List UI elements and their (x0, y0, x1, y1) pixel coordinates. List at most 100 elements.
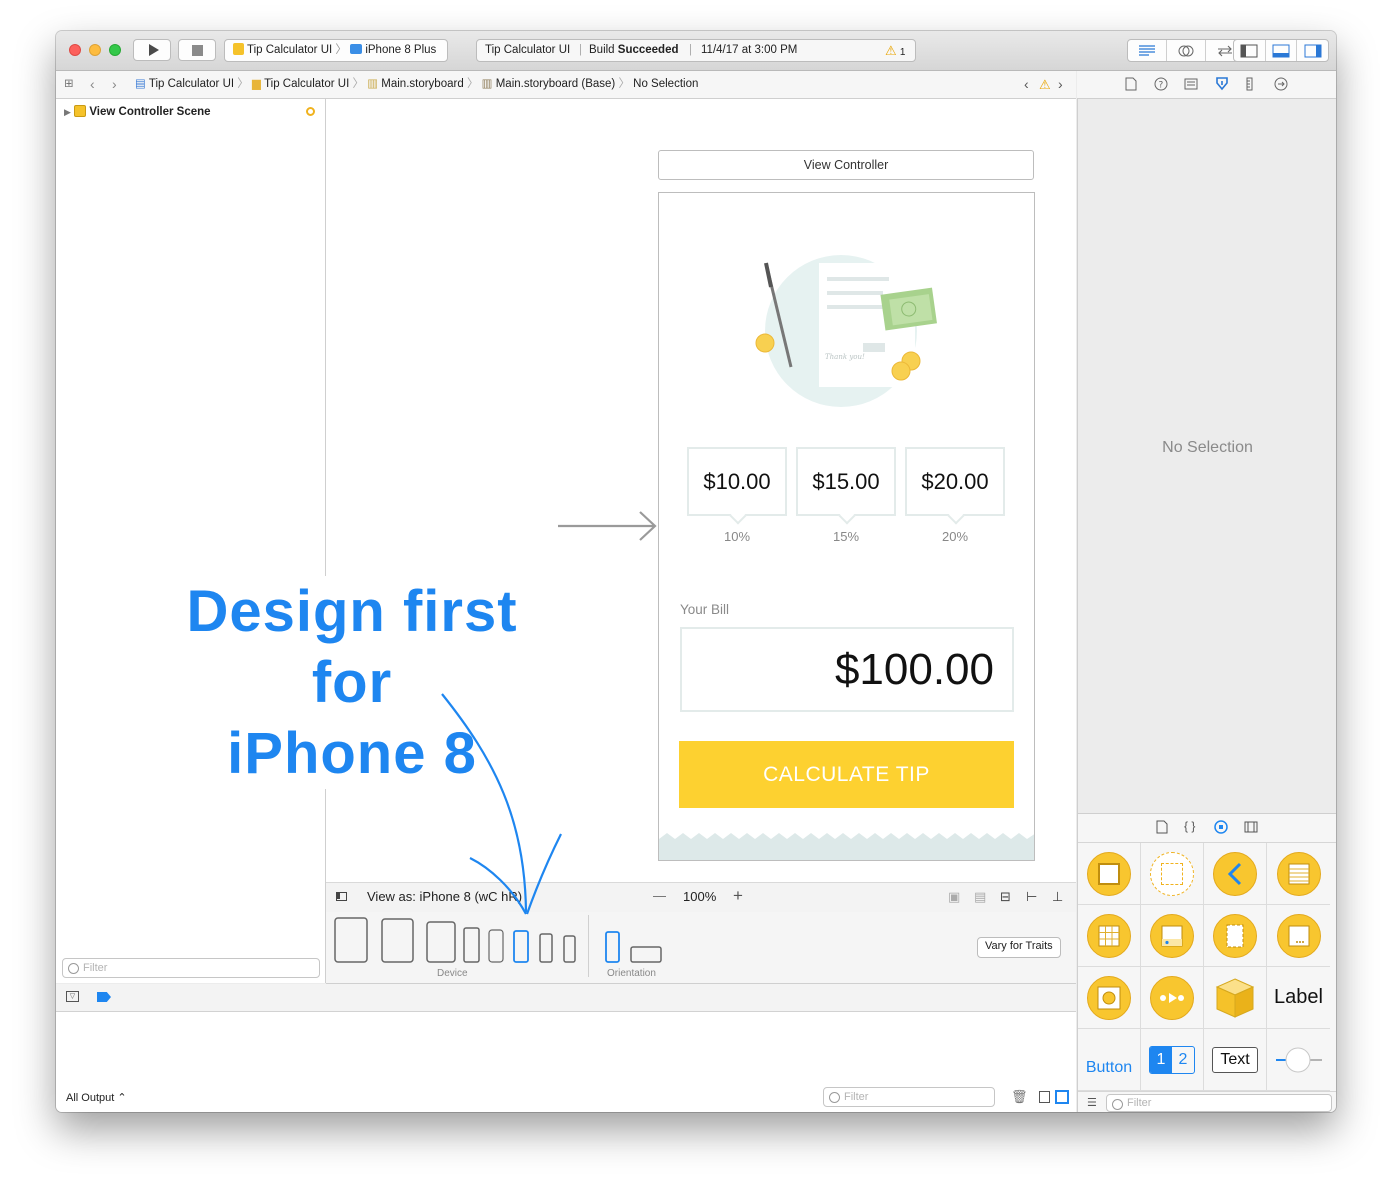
size-inspector-icon[interactable] (1245, 77, 1255, 96)
breadcrumb-file[interactable]: Main.storyboard (381, 78, 463, 90)
console-view-toggle-icon[interactable] (1055, 1090, 1069, 1104)
resolve-icon[interactable]: ⊥ (1052, 889, 1063, 905)
warning-badge[interactable]: ⚠ 1 (885, 40, 905, 63)
code-snippet-icon[interactable]: { } (1184, 819, 1195, 833)
library-item-page-view-controller[interactable] (1204, 905, 1267, 967)
media-library-icon[interactable] (1244, 820, 1258, 838)
device-label: Device (437, 968, 468, 979)
file-inspector-icon[interactable] (1125, 77, 1137, 96)
toolbar: Tip Calculator UI 〉 iPhone 8 Plus Tip Ca… (56, 31, 1336, 71)
view-controller-icon (1087, 851, 1131, 896)
zoom-level[interactable]: 100% (683, 889, 716, 904)
library-item-segmented-control[interactable]: 1 2 (1141, 1029, 1204, 1091)
forward-icon[interactable]: › (112, 71, 117, 98)
tip-amount: $20.00 (921, 469, 989, 494)
breadcrumb-group[interactable]: Tip Calculator UI (264, 78, 349, 90)
outline-filter-input[interactable]: Filter (62, 958, 320, 978)
identity-inspector-icon[interactable] (1184, 77, 1198, 96)
console-filter-input[interactable]: Filter (823, 1087, 995, 1107)
pin-icon[interactable]: ⊢ (1026, 889, 1037, 905)
activity-time: 11/4/17 at 3:00 PM (701, 44, 798, 56)
vary-for-traits-button[interactable]: Vary for Traits (977, 937, 1061, 958)
breadcrumb-localization[interactable]: Main.storyboard (Base) (496, 78, 616, 90)
library-item-object[interactable] (1204, 967, 1267, 1029)
view-as-label[interactable]: View as: iPhone 8 (wC hR) (367, 889, 522, 904)
library-item-storyboard-reference[interactable] (1141, 843, 1204, 905)
library-footer: ☰ Filter (1078, 1091, 1336, 1112)
library-item-glkit-view-controller[interactable] (1078, 967, 1141, 1029)
breadcrumb-selection[interactable]: No Selection (633, 78, 698, 90)
device-picker[interactable] (332, 916, 592, 966)
zoom-window-button[interactable] (109, 44, 121, 56)
debug-toggle-button[interactable] (1266, 40, 1298, 61)
library-item-table-view-controller[interactable] (1267, 843, 1330, 905)
library-item-navigation-controller[interactable] (1204, 843, 1267, 905)
breakpoints-icon[interactable] (97, 992, 111, 1002)
storyboard-base-icon: ▥ (481, 78, 493, 90)
activity-project: Tip Calculator UI (485, 44, 571, 56)
list-view-icon[interactable]: ☰ (1087, 1096, 1097, 1109)
align-icon[interactable]: ⊟ (1000, 889, 1011, 905)
stop-button[interactable] (178, 39, 216, 61)
standard-editor-button[interactable] (1128, 40, 1167, 61)
scene-title-bar[interactable]: View Controller (658, 150, 1034, 180)
scheme-selector[interactable]: Tip Calculator UI 〉 iPhone 8 Plus (224, 39, 448, 62)
bill-input[interactable]: $100.00 (680, 627, 1014, 712)
embed-icon[interactable]: ▣ (948, 889, 960, 905)
stack-icon[interactable]: ▤ (974, 889, 986, 905)
chevron-right-icon: 〉 (352, 78, 364, 90)
breadcrumb-project[interactable]: Tip Calculator UI (149, 78, 234, 90)
library-item-slider[interactable] (1267, 1029, 1330, 1091)
related-items-icon[interactable]: ⊞ (64, 71, 74, 98)
assistant-editor-button[interactable] (1167, 40, 1206, 61)
tip-option-20[interactable]: $20.00 (905, 447, 1005, 516)
library-item-view-controller[interactable] (1078, 843, 1141, 905)
disclosure-triangle-icon[interactable]: ▶ (64, 107, 71, 117)
object-library-icon[interactable] (1214, 820, 1228, 839)
previous-issue-icon[interactable]: ‹ (1024, 71, 1029, 98)
calculate-tip-button[interactable]: CALCULATE TIP (679, 741, 1014, 808)
tip-option-15[interactable]: $15.00 (796, 447, 896, 516)
chevron-right-icon: 〉 (618, 78, 630, 90)
app-icon (233, 43, 244, 55)
library-item-label[interactable]: Label (1267, 967, 1330, 1029)
attributes-inspector-icon[interactable] (1214, 76, 1230, 97)
back-icon[interactable]: ‹ (90, 71, 95, 98)
minimize-window-button[interactable] (89, 44, 101, 56)
run-button[interactable] (133, 39, 171, 61)
library-item-button[interactable]: Button (1078, 1029, 1141, 1091)
orientation-picker[interactable] (603, 930, 667, 966)
library-item-text-field[interactable]: Text (1204, 1029, 1267, 1091)
library-item-split-view-controller[interactable] (1267, 905, 1330, 967)
library-filter-input[interactable]: Filter (1106, 1094, 1332, 1112)
iphone-scene[interactable]: Thank you! $10.00 $15.00 $20.00 10% 15% … (658, 192, 1035, 861)
trash-icon[interactable]: 🗑 (1011, 1089, 1028, 1105)
zoom-in-button[interactable]: + (733, 886, 743, 906)
zoom-out-button[interactable]: — (653, 888, 666, 903)
segment-1: 1 (1150, 1046, 1172, 1073)
next-issue-icon[interactable]: › (1058, 71, 1063, 98)
library-item-av-player-view-controller[interactable] (1141, 967, 1204, 1029)
help-inspector-icon[interactable]: ? (1154, 77, 1168, 96)
document-outline: ▶ View Controller Scene Filter (56, 99, 326, 983)
variables-view-toggle-icon[interactable] (1039, 1091, 1050, 1103)
chevron-right-icon: 〉 (237, 78, 249, 90)
debug-bar: ▽ (56, 984, 1076, 1012)
hide-debug-icon[interactable]: ▽ (66, 991, 79, 1002)
library-item-collection-view-controller[interactable] (1078, 905, 1141, 967)
library-item-tab-bar-controller[interactable] (1141, 905, 1204, 967)
navigator-toggle-button[interactable] (1234, 40, 1266, 61)
outline-toggle-icon[interactable] (336, 892, 347, 901)
tip-option-10[interactable]: $10.00 (687, 447, 787, 516)
connections-inspector-icon[interactable] (1274, 77, 1288, 96)
close-window-button[interactable] (69, 44, 81, 56)
file-template-icon[interactable] (1156, 820, 1168, 839)
page-view-controller-icon (1213, 913, 1257, 958)
scene-row[interactable]: ▶ View Controller Scene (64, 105, 211, 118)
tip-percent: 15% (832, 529, 860, 544)
chevron-right-icon: 〉 (335, 44, 347, 56)
output-selector[interactable]: All Output ⌃ (66, 1091, 127, 1104)
warning-icon[interactable]: ⚠ (1039, 71, 1051, 98)
utilities-toggle-button[interactable] (1297, 40, 1328, 61)
initial-vc-arrow-icon (558, 511, 657, 541)
